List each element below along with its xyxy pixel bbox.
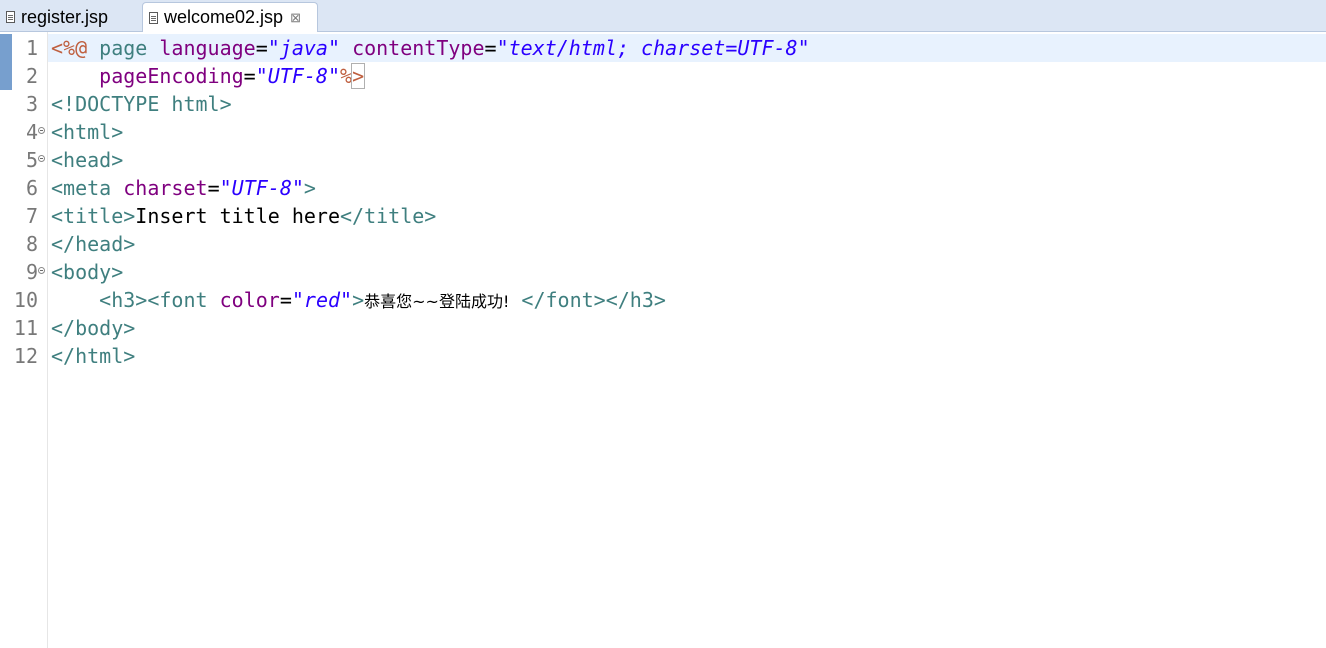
token: color bbox=[219, 288, 280, 312]
token: <html> bbox=[51, 120, 124, 144]
token: "red" bbox=[291, 288, 353, 312]
token: = bbox=[243, 64, 256, 88]
code-text[interactable]: <!DOCTYPE html> bbox=[51, 90, 232, 118]
token: <head> bbox=[51, 148, 124, 172]
tab-label: welcome02.jsp bbox=[164, 7, 284, 27]
token: <body> bbox=[51, 260, 124, 284]
code-text[interactable]: </body> bbox=[51, 314, 135, 342]
code-line: 8 </head> bbox=[0, 230, 1326, 258]
code-text[interactable]: <head> bbox=[51, 146, 123, 174]
line-number: 1 bbox=[25, 36, 38, 60]
token: <meta bbox=[51, 176, 112, 200]
code-text[interactable]: <%@ page language="java" contentType="te… bbox=[51, 34, 810, 62]
tab-label: register.jsp bbox=[21, 6, 109, 27]
code-line: 3 <!DOCTYPE html> bbox=[0, 90, 1326, 118]
code-line: 1 <%@ page language="java" contentType="… bbox=[0, 34, 1326, 62]
line-number: 5 bbox=[25, 148, 38, 172]
code-text[interactable]: <h3><font color="red">恭喜您~~登陆成功! </font>… bbox=[51, 286, 666, 316]
token: <h3> bbox=[99, 288, 148, 312]
token: pageEncoding bbox=[99, 64, 244, 88]
token: <%@ bbox=[51, 36, 88, 60]
matching-bracket: > bbox=[351, 63, 366, 89]
line-number: 3 bbox=[25, 92, 38, 116]
line-number: 11 bbox=[13, 316, 38, 340]
close-icon[interactable]: ⊠ bbox=[290, 11, 301, 24]
code-text[interactable]: <body> bbox=[51, 258, 123, 286]
line-number: 8 bbox=[25, 232, 38, 256]
token: "UTF-8" bbox=[255, 64, 341, 88]
code-line: 11 </body> bbox=[0, 314, 1326, 342]
code-text[interactable]: </head> bbox=[51, 230, 135, 258]
file-icon bbox=[6, 11, 15, 23]
tab-welcome02-jsp[interactable]: welcome02.jsp ⊠ bbox=[142, 2, 318, 32]
code-text[interactable]: <title>Insert title here</title> bbox=[51, 202, 436, 230]
line-number: 12 bbox=[13, 344, 38, 368]
line-number: 4 bbox=[25, 120, 38, 144]
fold-toggle-icon[interactable] bbox=[38, 127, 45, 134]
line-number: 2 bbox=[25, 64, 38, 88]
token: </font> bbox=[521, 288, 606, 312]
token: > bbox=[303, 176, 316, 200]
token: > bbox=[352, 288, 365, 312]
token: page bbox=[99, 36, 148, 60]
line-number: 9 bbox=[25, 260, 38, 284]
token: </h3> bbox=[605, 288, 666, 312]
code-line: 2 pageEncoding="UTF-8"%> bbox=[0, 62, 1326, 90]
code-line: 9 <body> bbox=[0, 258, 1326, 286]
token: = bbox=[207, 176, 220, 200]
code-line: 10 <h3><font color="red">恭喜您~~登陆成功! </fo… bbox=[0, 286, 1326, 314]
code-line: 12 </html> bbox=[0, 342, 1326, 370]
code-text[interactable]: </html> bbox=[51, 342, 135, 370]
token: </head> bbox=[51, 232, 136, 256]
token: contentType bbox=[352, 36, 485, 60]
token: > bbox=[219, 92, 232, 116]
line-number: 6 bbox=[25, 176, 38, 200]
code-line: 5 <head> bbox=[0, 146, 1326, 174]
code-line: 7 <title>Insert title here</title> bbox=[0, 202, 1326, 230]
code-text[interactable]: <html> bbox=[51, 118, 123, 146]
code-line: 4 <html> bbox=[0, 118, 1326, 146]
tab-register-jsp[interactable]: register.jsp bbox=[0, 2, 140, 32]
token: </body> bbox=[51, 316, 136, 340]
file-icon bbox=[149, 11, 158, 24]
code-line: 6 <meta charset="UTF-8"> bbox=[0, 174, 1326, 202]
token: charset bbox=[123, 176, 208, 200]
token: "text/html; charset=UTF-8" bbox=[496, 36, 810, 60]
token: <font bbox=[147, 288, 208, 312]
token: </title> bbox=[340, 204, 437, 228]
line-number: 7 bbox=[25, 204, 38, 228]
token: = bbox=[255, 36, 268, 60]
line-number: 10 bbox=[13, 288, 38, 312]
editor-tab-bar: register.jsp welcome02.jsp ⊠ bbox=[0, 0, 1326, 32]
code-text[interactable]: <meta charset="UTF-8"> bbox=[51, 174, 316, 202]
code-editor[interactable]: 1 <%@ page language="java" contentType="… bbox=[0, 32, 1326, 648]
token: <!DOCTYPE bbox=[51, 92, 160, 116]
token: 恭喜您~~登陆成功! bbox=[364, 292, 510, 311]
token: = bbox=[279, 288, 292, 312]
token: % bbox=[340, 64, 353, 88]
token: <title> bbox=[51, 204, 136, 228]
token: </html> bbox=[51, 344, 136, 368]
code-text[interactable]: pageEncoding="UTF-8"%> bbox=[51, 62, 366, 90]
token: "java" bbox=[267, 36, 341, 60]
token: html bbox=[171, 92, 220, 116]
fold-toggle-icon[interactable] bbox=[38, 267, 45, 274]
token: = bbox=[484, 36, 497, 60]
fold-toggle-icon[interactable] bbox=[38, 155, 45, 162]
token: language bbox=[159, 36, 256, 60]
token: "UTF-8" bbox=[219, 176, 304, 200]
token: Insert title here bbox=[135, 204, 340, 228]
